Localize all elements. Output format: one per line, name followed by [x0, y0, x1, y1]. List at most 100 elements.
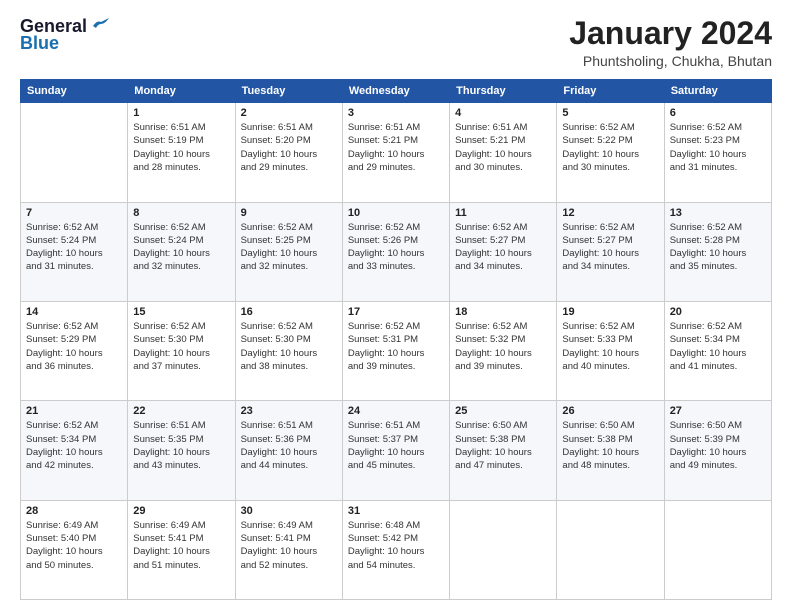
- logo-blue: Blue: [20, 33, 59, 54]
- day-info: Sunrise: 6:49 AM Sunset: 5:41 PM Dayligh…: [241, 519, 337, 572]
- day-number: 12: [562, 207, 658, 219]
- calendar-cell: 17 Sunrise: 6:52 AM Sunset: 5:31 PM Dayli…: [342, 301, 449, 400]
- day-info: Sunrise: 6:52 AM Sunset: 5:33 PM Dayligh…: [562, 320, 658, 373]
- day-info: Sunrise: 6:51 AM Sunset: 5:21 PM Dayligh…: [455, 121, 551, 174]
- calendar-cell: [21, 103, 128, 202]
- calendar-week-2: 7 Sunrise: 6:52 AM Sunset: 5:24 PM Daylig…: [21, 202, 772, 301]
- calendar-cell: [664, 500, 771, 599]
- day-number: 20: [670, 306, 766, 318]
- day-number: 28: [26, 505, 122, 517]
- day-number: 18: [455, 306, 551, 318]
- day-info: Sunrise: 6:52 AM Sunset: 5:30 PM Dayligh…: [241, 320, 337, 373]
- day-number: 2: [241, 107, 337, 119]
- calendar-cell: 19 Sunrise: 6:52 AM Sunset: 5:33 PM Dayli…: [557, 301, 664, 400]
- calendar-cell: 6Sunrise: 6:52 AM Sunset: 5:23 PM Daylig…: [664, 103, 771, 202]
- calendar-cell: 22Sunrise: 6:51 AM Sunset: 5:35 PM Dayli…: [128, 401, 235, 500]
- month-title: January 2024: [569, 16, 772, 51]
- day-info: Sunrise: 6:52 AM Sunset: 5:28 PM Dayligh…: [670, 221, 766, 274]
- day-number: 22: [133, 405, 229, 417]
- day-number: 6: [670, 107, 766, 119]
- calendar-cell: 14 Sunrise: 6:52 AM Sunset: 5:29 PM Dayli…: [21, 301, 128, 400]
- header-monday: Monday: [128, 80, 235, 103]
- day-number: 13: [670, 207, 766, 219]
- calendar-cell: 13 Sunrise: 6:52 AM Sunset: 5:28 PM Dayli…: [664, 202, 771, 301]
- header-sunday: Sunday: [21, 80, 128, 103]
- day-number: 11: [455, 207, 551, 219]
- calendar-cell: 29 Sunrise: 6:49 AM Sunset: 5:41 PM Dayli…: [128, 500, 235, 599]
- header-friday: Friday: [557, 80, 664, 103]
- weekday-header-row: Sunday Monday Tuesday Wednesday Thursday…: [21, 80, 772, 103]
- calendar-week-4: 21Sunrise: 6:52 AM Sunset: 5:34 PM Dayli…: [21, 401, 772, 500]
- day-info: Sunrise: 6:51 AM Sunset: 5:36 PM Dayligh…: [241, 419, 337, 472]
- day-info: Sunrise: 6:52 AM Sunset: 5:31 PM Dayligh…: [348, 320, 444, 373]
- day-number: 7: [26, 207, 122, 219]
- header-thursday: Thursday: [450, 80, 557, 103]
- day-number: 16: [241, 306, 337, 318]
- day-info: Sunrise: 6:50 AM Sunset: 5:38 PM Dayligh…: [455, 419, 551, 472]
- calendar-cell: 18Sunrise: 6:52 AM Sunset: 5:32 PM Dayli…: [450, 301, 557, 400]
- day-info: Sunrise: 6:52 AM Sunset: 5:29 PM Dayligh…: [26, 320, 122, 373]
- calendar-cell: 12 Sunrise: 6:52 AM Sunset: 5:27 PM Dayli…: [557, 202, 664, 301]
- day-number: 14: [26, 306, 122, 318]
- day-info: Sunrise: 6:52 AM Sunset: 5:34 PM Dayligh…: [670, 320, 766, 373]
- calendar-cell: 8 Sunrise: 6:52 AM Sunset: 5:24 PM Daylig…: [128, 202, 235, 301]
- calendar-cell: 7 Sunrise: 6:52 AM Sunset: 5:24 PM Daylig…: [21, 202, 128, 301]
- logo-bird-icon: [91, 18, 111, 32]
- day-number: 19: [562, 306, 658, 318]
- calendar-cell: 24 Sunrise: 6:51 AM Sunset: 5:37 PM Dayli…: [342, 401, 449, 500]
- calendar-cell: 2 Sunrise: 6:51 AM Sunset: 5:20 PM Daylig…: [235, 103, 342, 202]
- day-info: Sunrise: 6:49 AM Sunset: 5:40 PM Dayligh…: [26, 519, 122, 572]
- day-number: 24: [348, 405, 444, 417]
- calendar-cell: 5 Sunrise: 6:52 AM Sunset: 5:22 PM Daylig…: [557, 103, 664, 202]
- day-info: Sunrise: 6:52 AM Sunset: 5:24 PM Dayligh…: [26, 221, 122, 274]
- day-info: Sunrise: 6:49 AM Sunset: 5:41 PM Dayligh…: [133, 519, 229, 572]
- day-info: Sunrise: 6:52 AM Sunset: 5:27 PM Dayligh…: [562, 221, 658, 274]
- calendar-table: Sunday Monday Tuesday Wednesday Thursday…: [20, 79, 772, 600]
- calendar-cell: 27Sunrise: 6:50 AM Sunset: 5:39 PM Dayli…: [664, 401, 771, 500]
- day-info: Sunrise: 6:48 AM Sunset: 5:42 PM Dayligh…: [348, 519, 444, 572]
- header-wednesday: Wednesday: [342, 80, 449, 103]
- day-number: 4: [455, 107, 551, 119]
- day-info: Sunrise: 6:52 AM Sunset: 5:24 PM Dayligh…: [133, 221, 229, 274]
- calendar-cell: [557, 500, 664, 599]
- logo: General Blue: [20, 16, 111, 54]
- header: General Blue January 2024 Phuntsholing, …: [20, 16, 772, 69]
- day-info: Sunrise: 6:52 AM Sunset: 5:27 PM Dayligh…: [455, 221, 551, 274]
- calendar-cell: 3 Sunrise: 6:51 AM Sunset: 5:21 PM Daylig…: [342, 103, 449, 202]
- day-info: Sunrise: 6:52 AM Sunset: 5:26 PM Dayligh…: [348, 221, 444, 274]
- header-tuesday: Tuesday: [235, 80, 342, 103]
- day-number: 1: [133, 107, 229, 119]
- day-info: Sunrise: 6:52 AM Sunset: 5:30 PM Dayligh…: [133, 320, 229, 373]
- day-info: Sunrise: 6:51 AM Sunset: 5:21 PM Dayligh…: [348, 121, 444, 174]
- calendar-cell: 21Sunrise: 6:52 AM Sunset: 5:34 PM Dayli…: [21, 401, 128, 500]
- calendar-cell: [450, 500, 557, 599]
- calendar-cell: 28 Sunrise: 6:49 AM Sunset: 5:40 PM Dayli…: [21, 500, 128, 599]
- day-number: 8: [133, 207, 229, 219]
- calendar-cell: 31Sunrise: 6:48 AM Sunset: 5:42 PM Dayli…: [342, 500, 449, 599]
- calendar-week-5: 28 Sunrise: 6:49 AM Sunset: 5:40 PM Dayli…: [21, 500, 772, 599]
- day-info: Sunrise: 6:52 AM Sunset: 5:22 PM Dayligh…: [562, 121, 658, 174]
- calendar-cell: 20 Sunrise: 6:52 AM Sunset: 5:34 PM Dayli…: [664, 301, 771, 400]
- day-number: 27: [670, 405, 766, 417]
- calendar-week-1: 1Sunrise: 6:51 AM Sunset: 5:19 PM Daylig…: [21, 103, 772, 202]
- day-info: Sunrise: 6:52 AM Sunset: 5:25 PM Dayligh…: [241, 221, 337, 274]
- day-number: 25: [455, 405, 551, 417]
- calendar-cell: 4 Sunrise: 6:51 AM Sunset: 5:21 PM Daylig…: [450, 103, 557, 202]
- day-number: 5: [562, 107, 658, 119]
- day-info: Sunrise: 6:51 AM Sunset: 5:37 PM Dayligh…: [348, 419, 444, 472]
- day-number: 30: [241, 505, 337, 517]
- day-number: 15: [133, 306, 229, 318]
- day-number: 3: [348, 107, 444, 119]
- day-info: Sunrise: 6:50 AM Sunset: 5:38 PM Dayligh…: [562, 419, 658, 472]
- day-number: 10: [348, 207, 444, 219]
- day-number: 26: [562, 405, 658, 417]
- calendar-cell: 30 Sunrise: 6:49 AM Sunset: 5:41 PM Dayli…: [235, 500, 342, 599]
- day-number: 29: [133, 505, 229, 517]
- header-saturday: Saturday: [664, 80, 771, 103]
- calendar-cell: 11 Sunrise: 6:52 AM Sunset: 5:27 PM Dayli…: [450, 202, 557, 301]
- day-number: 9: [241, 207, 337, 219]
- day-info: Sunrise: 6:51 AM Sunset: 5:20 PM Dayligh…: [241, 121, 337, 174]
- day-number: 23: [241, 405, 337, 417]
- day-number: 17: [348, 306, 444, 318]
- calendar-cell: 23 Sunrise: 6:51 AM Sunset: 5:36 PM Dayli…: [235, 401, 342, 500]
